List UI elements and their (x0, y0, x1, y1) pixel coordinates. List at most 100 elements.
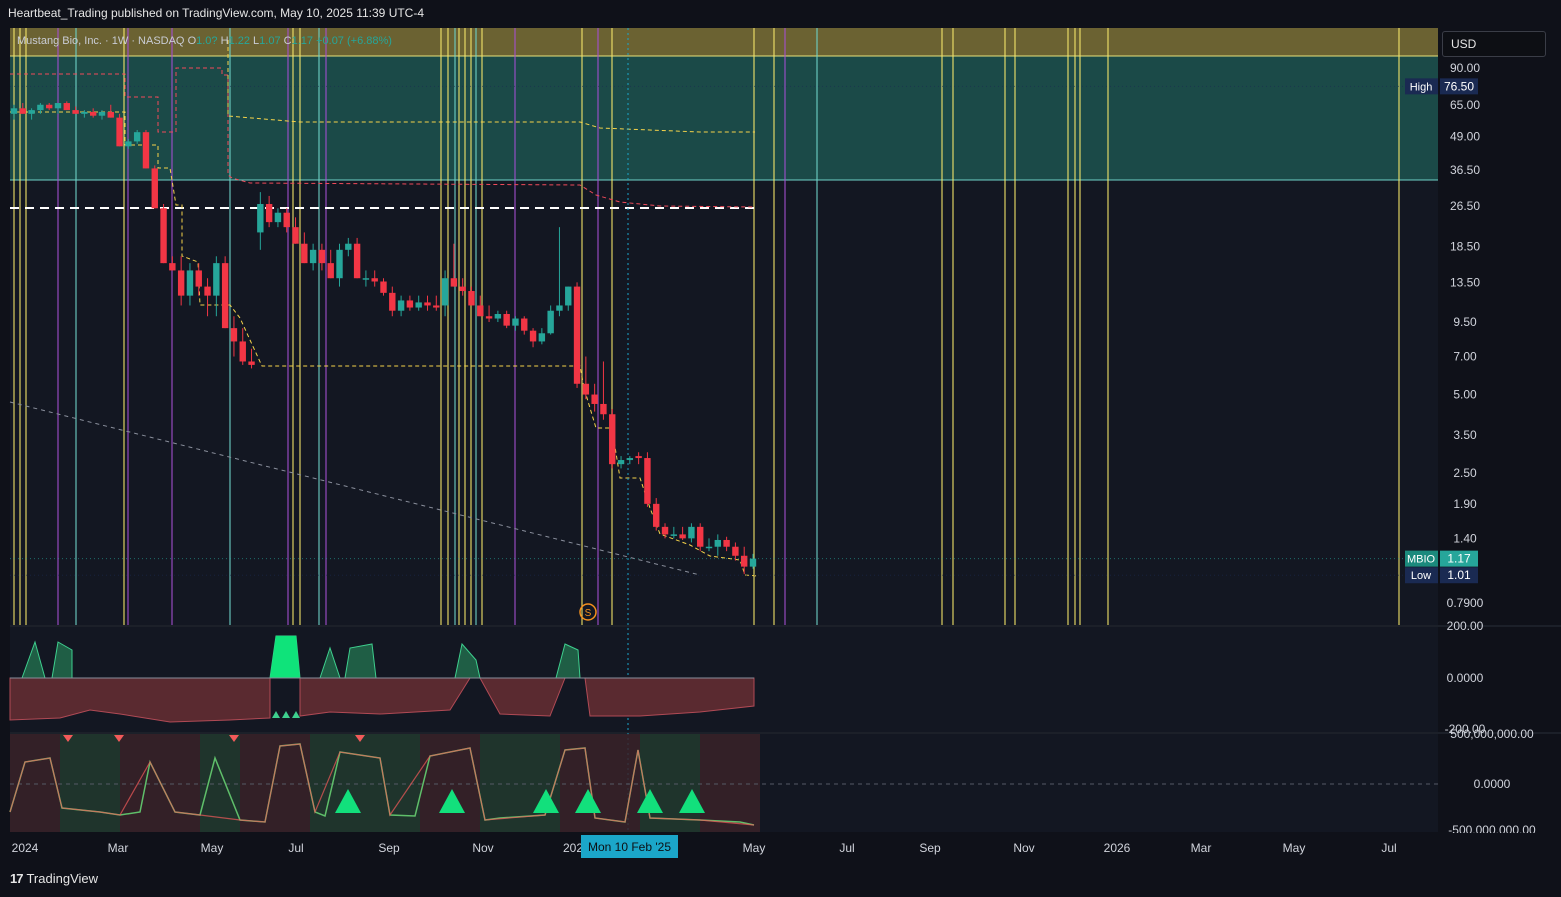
split-marker-label: S (585, 608, 592, 619)
candle-body (450, 278, 458, 287)
candle-body (301, 243, 308, 264)
flow-tick-label: 500,000,000.00 (1450, 727, 1534, 741)
candle-body (230, 328, 238, 342)
candle-body (653, 503, 660, 527)
candle-body (186, 270, 194, 296)
candle-body (72, 110, 79, 114)
price-tick-label: 26.50 (1450, 199, 1480, 213)
symbol-description: Mustang Bio, Inc. · 1W · NASDAQ (17, 35, 185, 47)
candle-body (415, 302, 422, 308)
time-tick-label: Jul (1381, 841, 1396, 855)
price-tick-label: 9.50 (1453, 315, 1477, 329)
candle-body (116, 117, 123, 147)
candle-body (547, 310, 554, 334)
flow-bg-band (60, 734, 120, 832)
candle-body (81, 111, 88, 114)
time-tick-label: 2026 (1104, 841, 1131, 855)
candle-body (441, 278, 449, 306)
candle-body (688, 526, 695, 539)
candle-body (318, 249, 326, 264)
price-tick-label: 1.90 (1453, 497, 1477, 511)
flow-bg-band (700, 734, 760, 832)
osc-tick-label: 0.0000 (1447, 671, 1484, 685)
price-tick-label: 2.50 (1453, 466, 1477, 480)
candle-body (529, 330, 537, 342)
price-tick-label: 5.00 (1453, 388, 1477, 402)
time-tick-label: Nov (1013, 841, 1034, 855)
time-axis[interactable]: 2024 Mar May Jul Sep Nov 202 May Jul Sep Nov 2026 Ma… (0, 833, 1561, 861)
time-tick-label: Jul (839, 841, 854, 855)
candle-body (151, 168, 158, 209)
candle-body (265, 204, 273, 223)
time-tick-label: Sep (378, 841, 400, 855)
candle-body (336, 249, 343, 279)
time-tick-label: Nov (472, 841, 493, 855)
open-value: 1.0? (196, 35, 218, 47)
candle-body (28, 110, 35, 114)
candle-body (107, 111, 114, 118)
candle-body (37, 104, 44, 111)
badge-value: 1.01 (1447, 568, 1471, 582)
time-axis-bg (0, 833, 1561, 861)
candle-body (732, 546, 739, 556)
candle-body (697, 526, 704, 547)
price-axis[interactable]: 90.00 65.00 49.00 36.50 26.50 18.50 13.50 9.50 7… (1438, 28, 1561, 625)
price-tick-label: 90.00 (1450, 61, 1480, 75)
time-tick-label: 2024 (12, 841, 39, 855)
osc-tick-label: 200.00 (1447, 619, 1484, 633)
candle-body (397, 300, 405, 311)
candle-body (19, 108, 26, 114)
candle-body (635, 456, 642, 459)
candle-body (274, 212, 282, 223)
candle-body (309, 249, 317, 264)
candle-body (670, 534, 678, 536)
candle-body (345, 243, 352, 250)
currency-selector[interactable]: USD (1442, 31, 1546, 57)
close-label: C (283, 35, 292, 47)
candle-body (433, 305, 440, 308)
candle-body (459, 286, 466, 292)
symbol-legend[interactable]: Mustang Bio, Inc. · 1W · NASDAQ O1.0? H1… (17, 35, 392, 47)
candle-body (125, 141, 132, 147)
flow-bg-band (240, 734, 310, 832)
change-value: +0.07 (+6.88%) (316, 35, 392, 47)
candle-body (538, 333, 546, 342)
candle-body (406, 300, 414, 308)
tradingview-logo-icon: 17 (10, 871, 24, 886)
candle-body (353, 243, 361, 279)
candle-body (221, 263, 229, 329)
candle-body (424, 302, 431, 306)
flow-tick-label: 0.0000 (1474, 777, 1511, 791)
badge-value: 76.50 (1444, 79, 1474, 93)
candle-body (63, 103, 70, 111)
candle-body (142, 132, 150, 169)
time-tick-label: Jul (288, 841, 303, 855)
candle-body (283, 212, 290, 228)
price-tick-label: 18.50 (1450, 240, 1480, 254)
badge-label: High (1410, 81, 1433, 93)
candle-body (362, 278, 370, 280)
candle-body (521, 318, 528, 331)
brand-name: TradingView (26, 871, 99, 886)
candle-body (10, 108, 18, 114)
chart-canvas[interactable]: S 90.00 65.00 49.00 36.50 26.50 18.50 13.50 9.5… (0, 0, 1561, 897)
candle-body (468, 291, 475, 306)
candle-body (371, 278, 378, 282)
time-tick-label: May (1283, 841, 1306, 855)
candle-body (54, 103, 62, 109)
flow-bg-band (420, 734, 480, 832)
candle-body (661, 526, 669, 535)
footer-brand[interactable]: 17 TradingView (10, 871, 98, 886)
price-tick-label: 1.40 (1453, 531, 1477, 545)
price-tick-label: 7.00 (1453, 350, 1477, 364)
time-tick-label: Mar (108, 841, 129, 855)
candle-body (512, 318, 519, 326)
badge-label: MBIO (1407, 554, 1436, 566)
candle-body (626, 458, 634, 461)
candle-body (591, 394, 598, 404)
candle-body (749, 558, 757, 567)
price-tick-label: 36.50 (1450, 163, 1480, 177)
candle-body (477, 305, 484, 317)
candle-body (705, 546, 713, 549)
candle-body (327, 263, 334, 279)
